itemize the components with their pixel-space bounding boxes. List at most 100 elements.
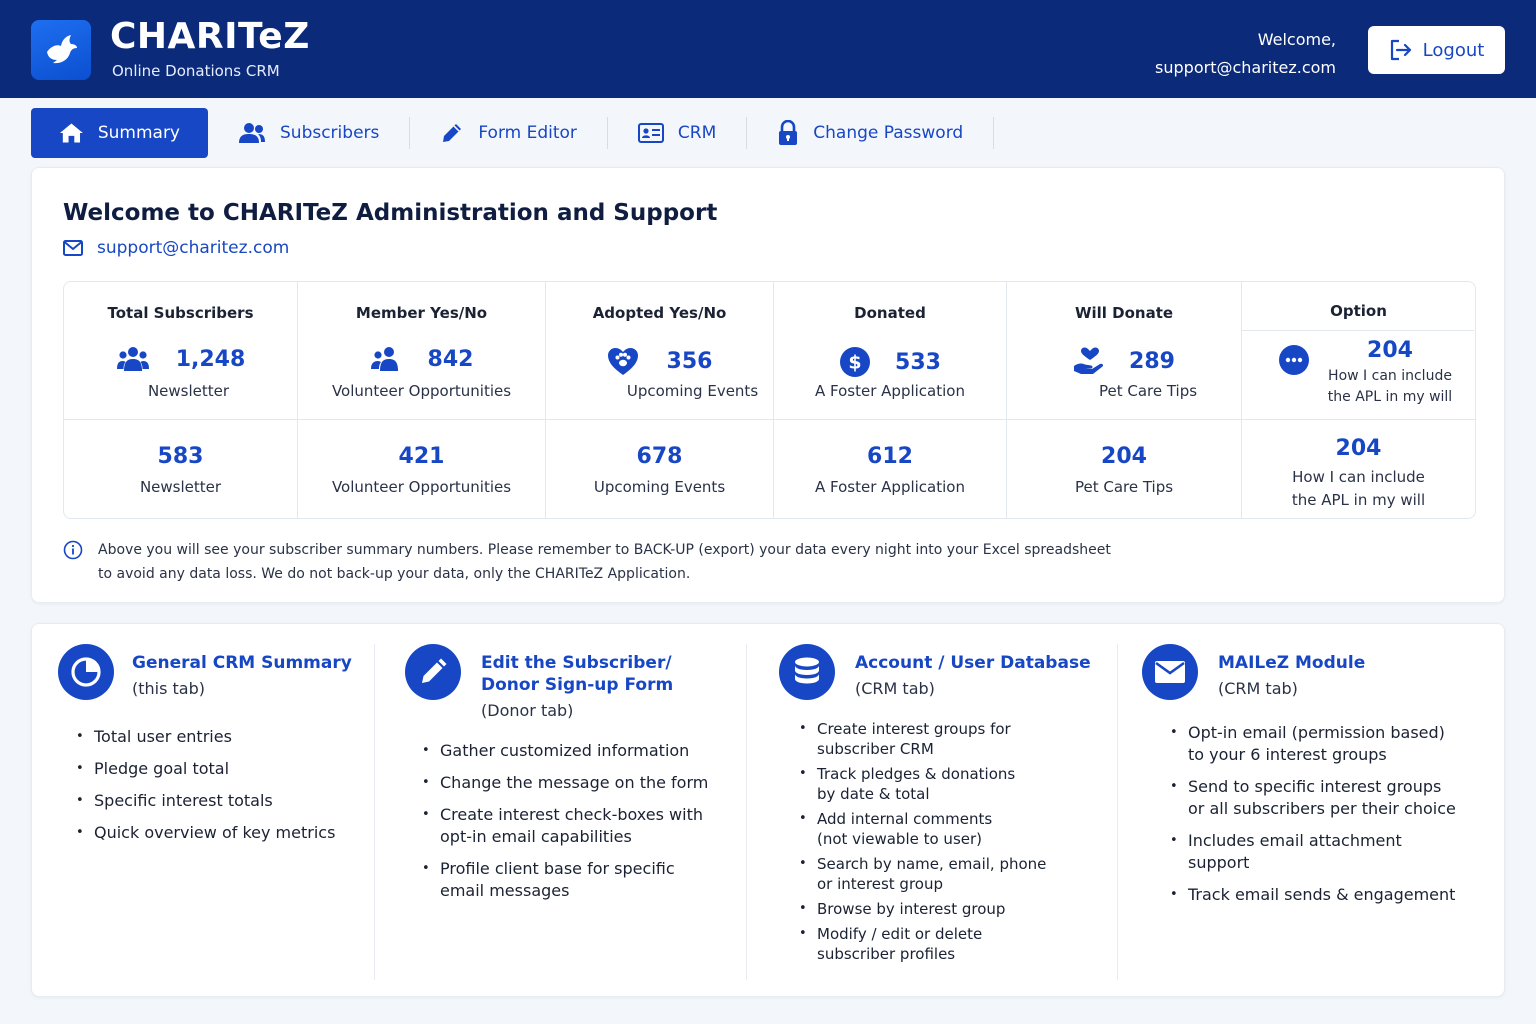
tab-summary[interactable]: Summary bbox=[31, 108, 208, 158]
feature-list-item: Specific interest totals bbox=[72, 790, 335, 812]
option-stat: 204 How I can include the APL in my will bbox=[1320, 338, 1460, 408]
stat-label: Pet Care Tips bbox=[1098, 382, 1198, 400]
tab-summary-label: Summary bbox=[97, 123, 180, 143]
stat-value: 1,248 bbox=[175, 346, 246, 372]
stat-header: Member Yes/No bbox=[355, 304, 488, 322]
feature-list-item: Opt-in email (permission based)to your 6… bbox=[1166, 722, 1456, 766]
main-tabs: Summary Subscribers Form Editor CRM Chan… bbox=[31, 108, 995, 158]
notice-line: Above you will see your subscriber summa… bbox=[98, 542, 1111, 558]
feature-user-database: Account / User Database (CRM tab) Create… bbox=[747, 624, 1117, 996]
feature-list: Gather customized information Change the … bbox=[418, 740, 708, 912]
feature-note: (Donor tab) bbox=[481, 701, 574, 720]
stat-value: 533 bbox=[895, 349, 941, 375]
feature-note: (CRM tab) bbox=[1218, 679, 1298, 698]
stat-column-will-donate: Will Donate 289 Pet Care Tips 204 Pet Ca… bbox=[1007, 282, 1242, 518]
stat-lower-label-line: How I can include bbox=[1292, 468, 1425, 486]
stat-label: How I can include bbox=[1328, 368, 1452, 384]
feature-title: Edit the Subscriber/ Donor Sign-up Form … bbox=[481, 652, 673, 722]
stat-label: the APL in my will bbox=[1327, 389, 1453, 405]
stat-value: 356 bbox=[666, 348, 713, 374]
mail-icon bbox=[1142, 644, 1198, 700]
pencil-icon bbox=[405, 644, 461, 700]
feature-title-line: Edit the Subscriber/ bbox=[481, 653, 672, 673]
stat-column-adopted: Adopted Yes/No 356 Upcoming Events 678 U… bbox=[546, 282, 774, 518]
feature-list-item: Track email sends & engagement bbox=[1166, 884, 1456, 906]
feature-title-line: Donor Sign-up Form bbox=[481, 675, 674, 695]
stat-column-total-subscribers: Total Subscribers 1,248 Newsletter 583 N… bbox=[64, 282, 298, 518]
feature-crm-summary: General CRM Summary (this tab) Total use… bbox=[32, 624, 374, 996]
tab-crm-label: CRM bbox=[677, 123, 717, 143]
backup-notice: Above you will see your subscriber summa… bbox=[63, 538, 1111, 586]
tab-subscribers-label: Subscribers bbox=[280, 123, 380, 143]
brand-subtitle: Online Donations CRM bbox=[112, 62, 280, 80]
feature-title: MAILeZ Module (CRM tab) bbox=[1218, 652, 1365, 700]
pencil-icon bbox=[443, 124, 462, 142]
feature-title: General CRM Summary (this tab) bbox=[132, 652, 352, 700]
logout-label: Logout bbox=[1422, 39, 1485, 61]
logout-icon bbox=[1390, 39, 1411, 61]
feature-list-item: Profile client base for specificemail me… bbox=[418, 858, 708, 902]
stat-row: 356 bbox=[546, 346, 773, 376]
welcome-label: Welcome, bbox=[1257, 30, 1336, 49]
stat-lower-value: 204 bbox=[1101, 444, 1147, 469]
stat-column-option: Option 204 How I can include the APL in … bbox=[1242, 282, 1475, 518]
feature-title-line: General CRM Summary bbox=[132, 653, 352, 673]
stat-lower-label: Upcoming Events bbox=[593, 478, 726, 496]
info-icon bbox=[63, 540, 83, 560]
stat-header: Option bbox=[1330, 302, 1387, 320]
feature-note: (CRM tab) bbox=[855, 679, 935, 698]
database-icon bbox=[779, 644, 835, 700]
pie-chart-icon bbox=[58, 644, 114, 700]
users-icon bbox=[370, 347, 398, 371]
tab-change-password-label: Change Password bbox=[813, 123, 964, 143]
stat-value: 204 bbox=[1367, 338, 1413, 363]
stat-row: $ 533 bbox=[774, 346, 1006, 378]
more-icon bbox=[1279, 345, 1309, 375]
feature-list: Opt-in email (permission based)to your 6… bbox=[1166, 722, 1456, 916]
stat-lower-value: 421 bbox=[398, 444, 445, 469]
stat-label: A Foster Application bbox=[815, 382, 965, 400]
tab-change-password[interactable]: Change Password bbox=[747, 108, 993, 158]
backup-notice-text: Above you will see your subscriber summa… bbox=[98, 538, 1111, 586]
logout-button[interactable]: Logout bbox=[1368, 26, 1505, 74]
mail-icon bbox=[63, 240, 83, 256]
stat-header: Total Subscribers bbox=[107, 304, 254, 322]
feature-list-item: Total user entries bbox=[72, 726, 335, 748]
feature-list: Create interest groups forsubscriber CRM… bbox=[795, 719, 1046, 969]
feature-list-item: Change the message on the form bbox=[418, 772, 708, 794]
feature-list-item: Includes email attachmentsupport bbox=[1166, 830, 1456, 874]
id-card-icon bbox=[637, 123, 664, 143]
feature-title-line: Account / User Database bbox=[855, 653, 1091, 673]
stat-column-member: Member Yes/No 842 Volunteer Opportunitie… bbox=[298, 282, 546, 518]
stat-lower-label-line: the APL in my will bbox=[1291, 491, 1426, 509]
tab-form-editor-label: Form Editor bbox=[478, 123, 577, 143]
stat-row: 289 bbox=[1007, 346, 1241, 376]
stat-label: Newsletter bbox=[147, 382, 230, 400]
tab-subscribers[interactable]: Subscribers bbox=[208, 108, 409, 158]
stats-grid: Total Subscribers 1,248 Newsletter 583 N… bbox=[63, 281, 1476, 519]
feature-list-item: Pledge goal total bbox=[72, 758, 335, 780]
tab-crm[interactable]: CRM bbox=[608, 108, 746, 158]
stat-header: Adopted Yes/No bbox=[592, 304, 727, 322]
feature-list-item: Create interest groups forsubscriber CRM bbox=[795, 719, 1046, 759]
lock-icon bbox=[779, 120, 798, 145]
stat-lower-label: Newsletter bbox=[139, 478, 222, 496]
feature-list-item: Browse by interest group bbox=[795, 899, 1046, 919]
stat-lower-value: 612 bbox=[867, 444, 913, 469]
hand-heart-icon bbox=[1074, 347, 1104, 374]
dollar-icon: $ bbox=[840, 347, 871, 377]
stat-header: Will Donate bbox=[1074, 304, 1174, 322]
stat-lower-value: 583 bbox=[157, 444, 204, 469]
stat-lower-label: Pet Care Tips bbox=[1074, 478, 1174, 496]
users-icon bbox=[116, 347, 149, 371]
option-header-divider bbox=[1242, 330, 1474, 331]
welcome-block: Welcome, support@charitez.com bbox=[1155, 26, 1336, 82]
brand-name: CHARITeZ bbox=[110, 16, 310, 57]
svg-text:$: $ bbox=[848, 352, 861, 374]
tab-form-editor[interactable]: Form Editor bbox=[410, 108, 607, 158]
features-panel: General CRM Summary (this tab) Total use… bbox=[31, 623, 1505, 997]
stat-row: 1,248 bbox=[64, 346, 297, 372]
summary-panel: Welcome to CHARITeZ Administration and S… bbox=[31, 167, 1505, 603]
tab-divider bbox=[993, 117, 995, 149]
support-email-link[interactable]: support@charitez.com bbox=[63, 238, 289, 258]
